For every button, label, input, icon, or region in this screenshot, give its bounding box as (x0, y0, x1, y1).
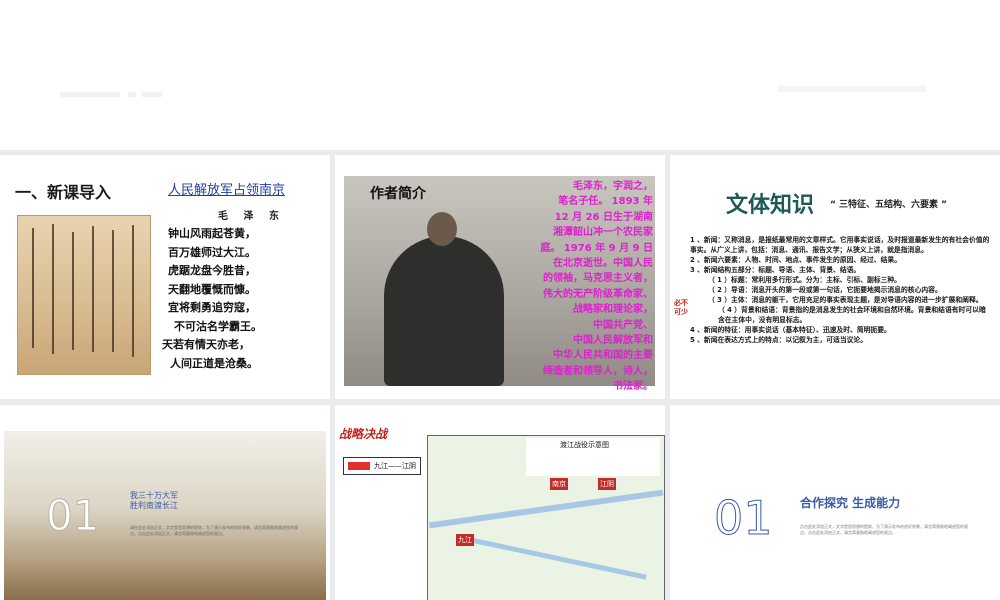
list-item: （ 4 ）背景和结语：背景指的是消息发生的社会环境和自然环境。背景和结语有时可以… (718, 306, 986, 324)
slide-thumbnail-5[interactable]: 战略决战 九江——江阴 渡江战役示意图 九江 南京 江阴 (335, 405, 665, 600)
top-toolbar-area (0, 0, 1000, 150)
author-bio: 毛泽东，字润之， 笔名子任。 1893 年 12 月 26 日生于湖南 湘潭韶山… (540, 181, 653, 393)
side-note: 必不可少 (674, 299, 688, 316)
list-item: 2 、新闻六要素：人物、时间、地点、事件发生的原因、经过、结果。 (690, 256, 902, 264)
map-place: 九江 (456, 534, 474, 546)
calligraphy-image (17, 215, 151, 375)
poem-line: 百万雄师过大江。 (168, 245, 256, 259)
slide-heading: 作者简介 (370, 186, 426, 202)
section-body-text: 请在此处添加正文，文字是您思想的提炼，为了演示发布的良好效果，请言简意赅地阐述您… (130, 525, 298, 536)
slide-thumbnail-6[interactable]: 01 合作探究 生成能力 点击此处添加正文，文字是您思想的提炼，为了演示发布的良… (670, 405, 1000, 600)
slide-title: 一、新课导入 (15, 183, 112, 202)
list-item: （ 3 ）主体：消息的躯干，它用充足的事实表现主题，是对导语内容的进一步扩展和阐… (708, 296, 983, 304)
poem-line: 天若有情天亦老， (162, 338, 250, 351)
route-label: 九江——江阴 (343, 457, 421, 475)
map-title: 渡江战役示意图 (560, 441, 609, 449)
section-body-text: 点击此处添加正文，文字是您思想的提炼，为了演示发布的良好效果，请言简意赅地阐述您… (800, 524, 968, 535)
placeholder-bar (778, 86, 926, 92)
slide-thumbnail-3[interactable]: 文体知识 “ 三特征、五结构、六要素 ” 必不可少 1 、新闻：又称消息，是报纸… (670, 155, 1000, 399)
section-caption: 我三十万大军 胜利南渡长江 (130, 491, 178, 510)
list-item: 1 、新闻：又称消息，是报纸最常用的文章样式。它用事实说话，及时报道最新发生的有… (690, 236, 990, 254)
section-number: 01 (45, 491, 100, 541)
poem-line: 钟山风雨起苍黄， (168, 227, 256, 240)
slide-title: 文体知识 (726, 193, 815, 218)
poem-author: 毛 泽 东 (218, 211, 285, 222)
map-place: 江阴 (598, 478, 616, 490)
list-item: （ 1 ）标题：常利用多行形式。分为：主标、引标、副标三种。 (708, 276, 901, 284)
list-item: 4 、新闻的特征：用事实说话（基本特征）、迅速及时、简明扼要。 (690, 326, 891, 334)
list-item: （ 2 ）导语：消息开头的第一段或第一句话，它扼要地揭示消息的核心内容。 (708, 286, 942, 294)
slide-thumbnail-4[interactable]: 01 我三十万大军 胜利南渡长江 请在此处添加正文，文字是您思想的提炼，为了演示… (0, 405, 330, 600)
slide-subtitle: “ 三特征、五结构、六要素 ” (830, 200, 948, 210)
slide-thumbnail-1[interactable]: 一、新课导入 人民解放军占领南京 毛 泽 东 钟山风雨起苍黄， 百万雄师过大江。… (0, 155, 330, 399)
slide-badge: 战略决战 (339, 427, 388, 441)
placeholder-bar (128, 92, 136, 97)
placeholder-bar (60, 92, 120, 97)
poem-line: 虎踞龙盘今胜昔， (168, 264, 256, 277)
section-number: 01 (714, 491, 774, 546)
poem-line: 宜将剩勇追穷寇， (168, 301, 256, 314)
list-item: 3 、新闻结构五部分：标题、导语、主体、背景、结语。 (690, 266, 861, 274)
arrow-right-icon (348, 462, 370, 470)
poem-line: 不可沽名学霸王。 (174, 319, 262, 333)
map-place: 南京 (550, 478, 568, 490)
poem-line: 天翻地覆慨而慷。 (168, 282, 256, 296)
poem-line: 人间正道是沧桑。 (170, 356, 258, 370)
placeholder-bar (142, 92, 162, 97)
list-item: 5 、新闻在表达方式上的特点：以记叙为主，可适当议论。 (690, 336, 868, 344)
campaign-map: 渡江战役示意图 九江 南京 江阴 (427, 435, 665, 600)
slide-thumbnail-2[interactable]: 作者简介 毛泽东，字润之， 笔名子任。 1893 年 12 月 26 日生于湖南… (335, 155, 665, 399)
poem-text: 钟山风雨起苍黄， 百万雄师过大江。 虎踞龙盘今胜昔， 天翻地覆慨而慷。 宜将剩勇… (160, 225, 320, 373)
knowledge-list: 1 、新闻：又称消息，是报纸最常用的文章样式。它用事实说话，及时报道最新发生的有… (690, 235, 990, 345)
slide-subtitle-link[interactable]: 人民解放军占领南京 (168, 179, 285, 198)
section-caption: 合作探究 生成能力 (800, 496, 901, 510)
